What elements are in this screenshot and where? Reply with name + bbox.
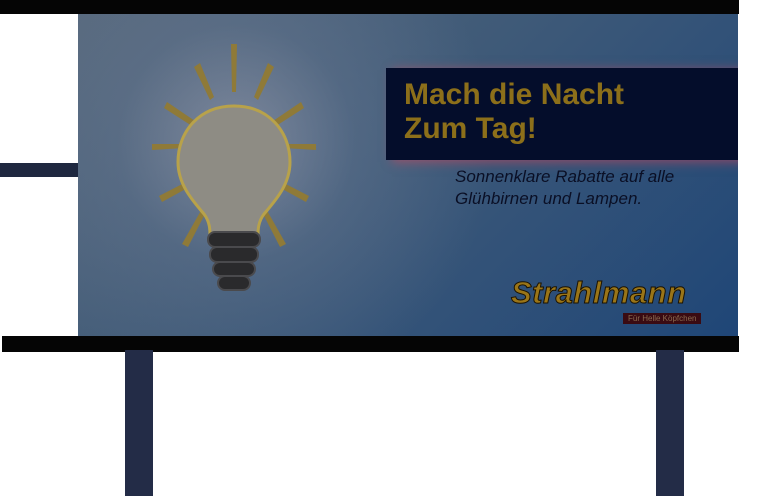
billboard: Mach die Nacht Zum Tag! Sonnenklare Raba… — [0, 0, 757, 496]
billboard-panel: Mach die Nacht Zum Tag! Sonnenklare Raba… — [78, 14, 738, 336]
subtitle-line-1: Sonnenklare Rabatte auf alle — [455, 167, 675, 186]
light-bulb-icon — [152, 44, 316, 291]
billboard-top-rail — [0, 0, 739, 14]
headline: Mach die Nacht Zum Tag! — [404, 78, 624, 146]
bulb-glass — [176, 104, 292, 238]
headline-line-1: Mach die Nacht — [404, 78, 625, 111]
bulb-base — [207, 231, 261, 291]
billboard-bottom-rail — [2, 336, 739, 352]
brand-logo-name: Strahlmann — [511, 275, 687, 310]
billboard-side-brace — [0, 163, 80, 177]
brand-tagline: Für Helle Köpfchen — [623, 313, 702, 324]
headline-box: Mach die Nacht Zum Tag! — [386, 68, 738, 160]
headline-line-2: Zum Tag! — [404, 112, 537, 145]
subtitle: Sonnenklare Rabatte auf alle Glühbirnen … — [455, 166, 674, 210]
billboard-post-right — [656, 350, 684, 496]
billboard-post-left — [125, 350, 153, 496]
subtitle-line-2: Glühbirnen und Lampen. — [455, 189, 643, 208]
